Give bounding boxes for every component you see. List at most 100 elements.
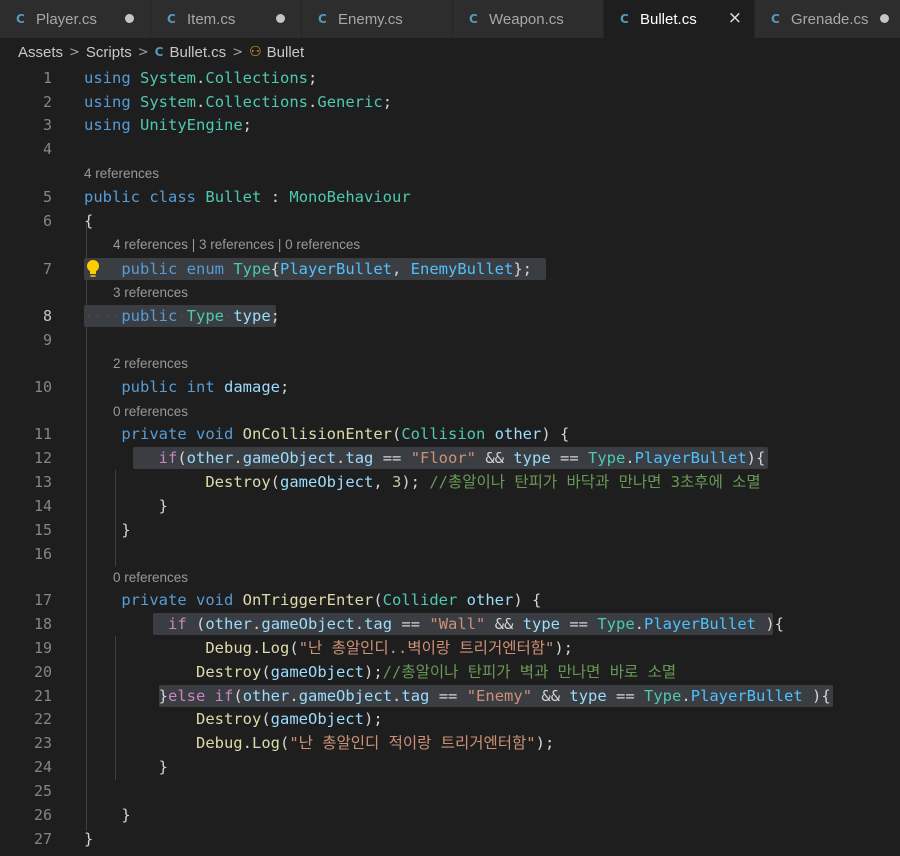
code-line[interactable]: 19 Debug.Log("난 총알인디..벽이랑 트리거엔터함"); <box>0 636 900 660</box>
code-token: Collision <box>401 425 486 443</box>
tab-item-cs[interactable]: C Item.cs <box>151 0 302 38</box>
close-icon[interactable]: × <box>728 8 742 28</box>
code-line[interactable]: 10 public int damage; <box>0 375 900 399</box>
code-token: . <box>625 449 635 467</box>
code-token: MonoBehaviour <box>289 188 411 206</box>
code-line[interactable]: 24 } <box>0 755 900 779</box>
chevron-right-icon: > <box>232 44 244 60</box>
code-token: gameObject <box>261 615 355 633</box>
code-line[interactable]: 13 Destroy(gameObject, 3); //총알이나 탄피가 바닥… <box>0 470 900 494</box>
line-number: 22 <box>33 710 52 728</box>
tab-player-cs[interactable]: C Player.cs <box>0 0 151 38</box>
code-line[interactable]: 20 Destroy(gameObject);//총알이나 탄피가 벽과 만나면… <box>0 660 900 684</box>
code-line[interactable]: 16 <box>0 542 900 566</box>
code-line[interactable]: 11 private void OnCollisionEnter(Collisi… <box>0 422 900 446</box>
code-line[interactable]: 18 if (other.gameObject.tag == "Wall" &&… <box>0 612 900 636</box>
code-lens-references[interactable]: 0 references <box>113 400 188 424</box>
code-text: using UnityEngine; <box>84 113 252 137</box>
code-line[interactable]: 2 using System.Collections.Generic; <box>0 90 900 114</box>
code-lens-references[interactable]: 3 references <box>113 281 188 305</box>
code-token: == <box>606 687 645 705</box>
code-editor[interactable]: 4 references 4 references | 3 references … <box>0 66 900 856</box>
code-token: other <box>466 591 514 609</box>
code-token: ( <box>391 425 402 443</box>
code-token: { <box>84 212 94 230</box>
code-token: "Enemy" <box>466 687 533 705</box>
code-line[interactable]: 7 public enum Type{PlayerBullet, EnemyBu… <box>0 257 900 281</box>
tab-grenade-cs[interactable]: C Grenade.cs <box>755 0 900 38</box>
lightbulb-icon[interactable] <box>86 259 100 279</box>
code-token: ( <box>373 591 383 609</box>
code-line[interactable]: 3 using UnityEngine; <box>0 113 900 137</box>
code-token: . <box>252 639 262 657</box>
code-token: PlayerBullet <box>634 449 747 467</box>
code-token: public <box>121 260 178 278</box>
code-line[interactable]: 22 Destroy(gameObject); <box>0 707 900 731</box>
code-lens-references[interactable]: 4 references <box>84 162 159 186</box>
code-lens-references[interactable]: 2 references <box>113 352 188 376</box>
code-token: type <box>522 615 561 633</box>
unsaved-dot-icon[interactable] <box>880 14 889 23</box>
code-lens-references[interactable]: 4 references | 3 references | 0 referenc… <box>113 233 360 257</box>
code-line[interactable]: 12 if(other.gameObject.tag == "Floor" &&… <box>0 446 900 470</box>
tab-enemy-cs[interactable]: C Enemy.cs <box>302 0 453 38</box>
code-line[interactable]: 6{ <box>0 209 900 233</box>
code-token: ); <box>401 473 430 491</box>
breadcrumb-item-assets[interactable]: Assets <box>18 44 63 61</box>
code-text: public enum Type{PlayerBullet, EnemyBull… <box>84 257 532 281</box>
code-line[interactable]: 1 using System.Collections; <box>0 66 900 90</box>
code-token: ){ <box>802 687 831 705</box>
line-number: 8 <box>42 307 52 325</box>
code-token: gameObject <box>280 473 374 491</box>
code-line[interactable]: 14 } <box>0 494 900 518</box>
code-text: private void OnCollisionEnter(Collision … <box>84 422 569 446</box>
code-token: ( <box>261 663 271 681</box>
code-token: ); <box>554 639 573 657</box>
code-token: UnityEngine <box>140 116 243 134</box>
line-number: 21 <box>33 687 52 705</box>
code-line[interactable]: 27} <box>0 827 900 851</box>
code-line[interactable]: 17 private void OnTriggerEnter(Collider … <box>0 588 900 612</box>
code-line[interactable]: 5 public class Bullet : MonoBehaviour <box>0 185 900 209</box>
unsaved-dot-icon[interactable] <box>276 14 285 23</box>
code-text: using System.Collections; <box>84 66 317 90</box>
tab-bullet-cs[interactable]: C Bullet.cs × <box>604 0 755 38</box>
code-line[interactable]: 4 <box>0 137 900 161</box>
breadcrumb-item-scripts[interactable]: Scripts <box>86 44 132 61</box>
code-token: Destroy <box>195 710 262 728</box>
code-line[interactable]: 8 ····public·Type·type; <box>0 304 900 328</box>
code-token: && <box>476 449 514 467</box>
code-line[interactable]: 26 } <box>0 803 900 827</box>
tab-label: Grenade.cs <box>791 10 869 28</box>
code-line[interactable]: 15 } <box>0 518 900 542</box>
unsaved-dot-icon[interactable] <box>125 14 134 23</box>
tab-weapon-cs[interactable]: C Weapon.cs <box>453 0 604 38</box>
code-text: Debug.Log("난 총알인디 적이랑 트리거엔터함"); <box>84 731 554 755</box>
code-token: int <box>186 378 215 396</box>
line-number: 27 <box>33 830 52 848</box>
code-token: "난 총알인디..벽이랑 트리거엔터함" <box>298 639 555 657</box>
code-token: == <box>550 449 588 467</box>
line-number: 10 <box>33 378 52 396</box>
code-token: tag <box>345 449 374 467</box>
code-line[interactable]: 23 Debug.Log("난 총알인디 적이랑 트리거엔터함"); <box>0 731 900 755</box>
code-text: Destroy(gameObject, 3); //총알이나 탄피가 바닥과 만… <box>84 470 760 494</box>
code-line[interactable]: 21 }else if(other.gameObject.tag == "Ene… <box>0 684 900 708</box>
code-line[interactable]: 25 <box>0 779 900 803</box>
breadcrumb-item-class[interactable]: Bullet <box>267 44 305 61</box>
code-text: } <box>84 518 130 542</box>
code-line[interactable]: 9 <box>0 328 900 352</box>
code-token: class <box>149 188 197 206</box>
breadcrumb-item-file[interactable]: Bullet.cs <box>169 44 226 61</box>
code-token: Debug <box>195 734 243 752</box>
code-lens-references[interactable]: 0 references <box>113 566 188 590</box>
